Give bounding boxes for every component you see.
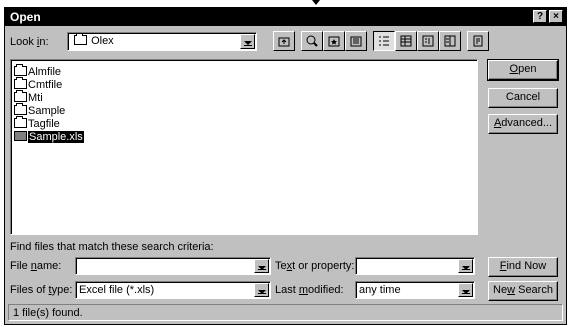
cursor-pointer-icon — [312, 0, 320, 5]
chevron-down-icon[interactable] — [240, 34, 255, 49]
folder-icon — [14, 103, 27, 115]
files-of-type-dropdown[interactable]: Excel file (*.xls) — [75, 281, 271, 299]
folder-icon — [14, 77, 27, 89]
toolbar — [273, 31, 513, 53]
title-bar: Open ? × — [5, 8, 566, 26]
open-dialog: Open ? × Look in: Olex Almfile Cmtfile M… — [4, 7, 567, 325]
properties-view-button[interactable] — [417, 31, 439, 51]
help-button[interactable]: ? — [533, 10, 547, 23]
properties-view-icon — [422, 35, 434, 47]
text-property-field[interactable] — [355, 257, 475, 275]
commands-icon — [473, 35, 483, 47]
files-of-type-label: Files of type: — [10, 284, 73, 296]
cancel-button[interactable]: Cancel — [488, 88, 558, 108]
list-view-button[interactable] — [373, 31, 395, 51]
find-now-button[interactable]: Find Now — [488, 257, 558, 277]
criteria-heading: Find files that match these search crite… — [10, 241, 214, 253]
dialog-title: Open — [10, 10, 41, 24]
file-name-field[interactable] — [75, 257, 271, 275]
details-view-button[interactable] — [395, 31, 417, 51]
commands-button[interactable] — [467, 31, 489, 51]
status-text: 1 file(s) found. — [13, 307, 83, 319]
search-web-icon — [306, 35, 318, 47]
text-property-label: Text or property: — [275, 260, 355, 272]
list-item[interactable]: Tagfile — [14, 116, 60, 130]
chevron-down-icon[interactable] — [458, 283, 473, 297]
chevron-down-icon[interactable] — [254, 259, 269, 273]
chevron-down-icon[interactable] — [458, 259, 473, 273]
look-in-label: Look in: — [10, 36, 49, 48]
open-button[interactable]: Open — [487, 59, 559, 81]
file-list[interactable]: Almfile Cmtfile Mti Sample Tagfile Sampl… — [10, 59, 478, 235]
folder-icon — [14, 116, 27, 128]
advanced-button[interactable]: Advanced... — [488, 114, 558, 134]
excel-file-icon — [14, 131, 27, 141]
close-button[interactable]: × — [549, 10, 563, 23]
preview-view-icon — [444, 35, 456, 47]
folder-icon — [74, 33, 87, 45]
file-name-label: File name: — [10, 260, 62, 272]
list-view-icon — [379, 36, 389, 46]
list-item-selected[interactable]: Sample.xls — [14, 131, 84, 143]
add-to-favorites-icon — [350, 36, 362, 47]
preview-view-button[interactable] — [439, 31, 461, 51]
look-in-dropdown[interactable]: Olex — [67, 32, 257, 51]
chevron-down-icon[interactable] — [254, 283, 269, 297]
last-modified-label: Last modified: — [275, 284, 344, 296]
look-in-value: Olex — [91, 35, 114, 47]
favorites-icon — [328, 36, 340, 47]
add-to-favorites-button[interactable] — [345, 31, 367, 51]
up-folder-icon — [278, 37, 290, 47]
search-web-button[interactable] — [301, 31, 323, 51]
favorites-button[interactable] — [323, 31, 345, 51]
details-view-icon — [400, 35, 412, 47]
new-search-button[interactable]: New Search — [488, 281, 558, 301]
status-bar: 1 file(s) found. — [8, 304, 563, 321]
folder-icon — [14, 64, 27, 76]
last-modified-dropdown[interactable]: any time — [355, 281, 475, 299]
folder-icon — [14, 90, 27, 102]
up-folder-button[interactable] — [273, 31, 295, 51]
